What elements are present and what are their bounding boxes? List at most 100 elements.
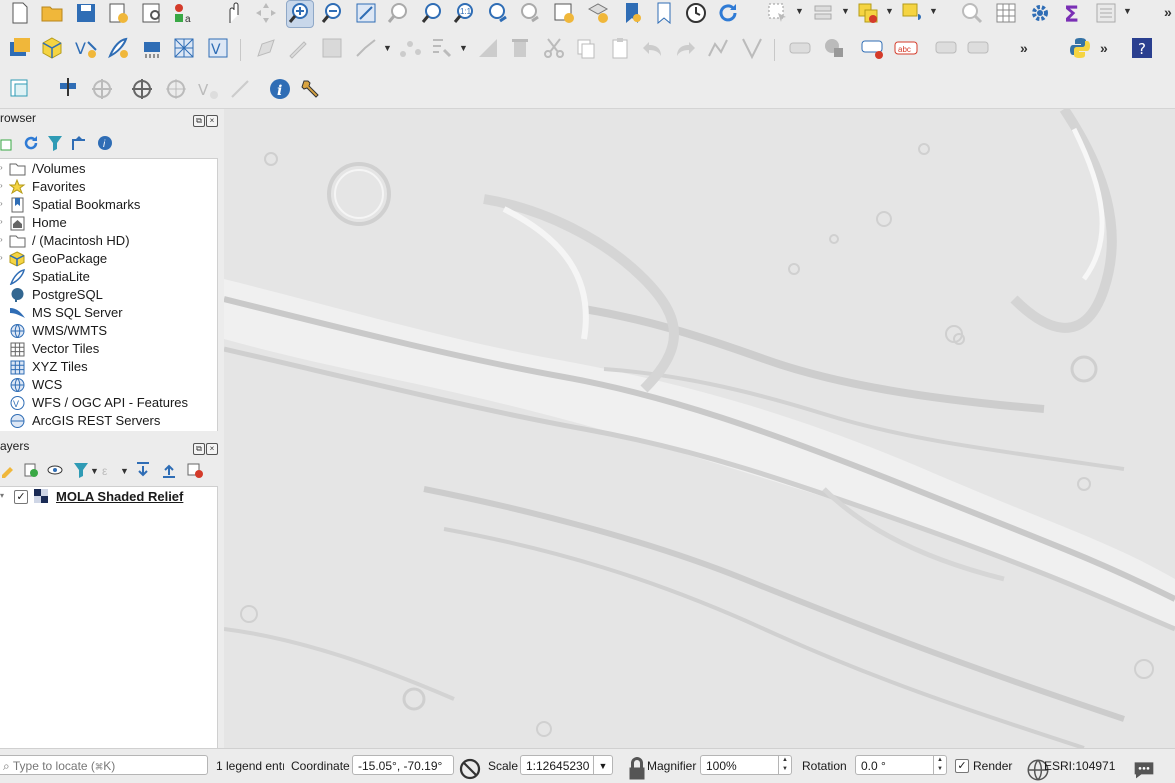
tree-item[interactable]: › Home (0, 214, 217, 232)
undo-icon[interactable] (640, 36, 664, 60)
open-project-icon[interactable] (40, 1, 64, 25)
render-checkbox[interactable]: ✓ (955, 759, 969, 773)
zoom-out-icon[interactable] (320, 1, 344, 25)
digitizing-tools-icon[interactable] (706, 36, 730, 60)
temporal-controller-icon[interactable] (684, 1, 708, 25)
georeferencer-icon[interactable] (56, 75, 80, 99)
layer-item[interactable]: ▾ ✓ MOLA Shaded Relief (0, 488, 217, 506)
float-panel-icon[interactable]: ⧉ (193, 443, 205, 455)
edit-tool-icon[interactable] (228, 77, 252, 101)
extents-toggle-icon[interactable] (458, 757, 481, 780)
style-manager-icon[interactable]: a (172, 1, 196, 25)
visibility-eye-icon[interactable] (46, 461, 64, 479)
tree-item[interactable]: Vector Tiles (0, 340, 217, 358)
field-calculator-icon[interactable] (1094, 1, 1118, 25)
chevron-down-icon[interactable]: ▼ (929, 6, 938, 16)
tree-item[interactable]: SpatiaLite (0, 268, 217, 286)
new-map-view-icon[interactable] (552, 1, 576, 25)
lock-scale-icon[interactable] (625, 757, 645, 780)
new-mesh-layer-icon[interactable] (172, 36, 196, 60)
zoom-full-icon[interactable] (354, 1, 378, 25)
zoom-last-icon[interactable] (486, 1, 510, 25)
redo-icon[interactable] (674, 36, 698, 60)
delete-selected-icon[interactable] (508, 36, 532, 60)
chevron-down-icon[interactable]: ▼ (841, 6, 850, 16)
digitize-with-shape-icon[interactable] (8, 77, 32, 101)
chevron-down-icon[interactable]: ▼ (90, 466, 99, 476)
digitize-line-icon[interactable] (354, 36, 378, 60)
chevron-down-icon[interactable]: ▼ (1123, 6, 1132, 16)
new-temporary-layer-icon[interactable]: V (206, 36, 230, 60)
rotate-label-icon[interactable] (966, 36, 990, 60)
toolbar-overflow-icon[interactable]: » (1164, 4, 1172, 20)
spinbox-arrows[interactable]: ▲ ▼ (933, 756, 946, 774)
add-group-icon[interactable] (22, 461, 40, 479)
filter-legend-icon[interactable] (72, 461, 90, 479)
wrench-icon[interactable] (300, 77, 324, 101)
refresh-icon[interactable] (716, 1, 740, 25)
scale-combobox[interactable]: 1:12645230 ▼ (520, 755, 613, 775)
move-label-icon[interactable] (934, 36, 958, 60)
select-location-icon[interactable] (900, 1, 924, 25)
pan-hand-icon[interactable] (222, 1, 246, 25)
label-visibility-icon[interactable]: abc (894, 36, 918, 60)
close-panel-icon[interactable]: × (206, 443, 218, 455)
topology-checker-icon[interactable]: V (196, 77, 220, 101)
pan-to-selection-icon[interactable] (254, 1, 278, 25)
tree-item[interactable]: PostgreSQL (0, 286, 217, 304)
style-panel-icon[interactable] (0, 461, 18, 479)
expand-all-icon[interactable] (134, 461, 152, 479)
toolbar-overflow-icon[interactable]: » (1100, 40, 1108, 56)
chevron-down-icon[interactable]: ▼ (885, 6, 894, 16)
zoom-in-icon[interactable] (286, 0, 314, 28)
select-by-value-icon[interactable] (812, 1, 836, 25)
chevron-down-icon[interactable]: ▼ (120, 466, 129, 476)
new-shapefile-layer-icon[interactable]: V (74, 36, 98, 60)
toolbar-overflow-icon[interactable]: » (1020, 40, 1028, 56)
statistics-sigma-icon[interactable]: Σ (1060, 1, 1084, 25)
tree-item[interactable]: V WFS / OGC API - Features (0, 394, 217, 412)
collapse-all-icon[interactable] (160, 461, 178, 479)
chevron-down-icon[interactable]: ▼ (383, 43, 392, 53)
layer-visibility-checkbox[interactable]: ✓ (14, 490, 28, 504)
help-icon[interactable]: ? (1130, 36, 1154, 60)
tree-item[interactable]: WMS/WMTS (0, 322, 217, 340)
toggle-editing-icon[interactable] (286, 36, 310, 60)
snapping-icon[interactable] (740, 36, 764, 60)
remove-layer-icon[interactable] (186, 461, 204, 479)
tree-item[interactable]: › GeoPackage (0, 250, 217, 268)
map-canvas[interactable] (224, 109, 1175, 748)
close-panel-icon[interactable]: × (206, 115, 218, 127)
zoom-layer-icon[interactable] (420, 1, 444, 25)
select-features-icon[interactable] (766, 1, 790, 25)
coordinate-capture-icon[interactable] (90, 77, 114, 101)
tree-item[interactable]: ›/Volumes (0, 160, 217, 178)
current-edits-icon[interactable] (254, 36, 278, 60)
new-print-layout-icon[interactable] (106, 1, 130, 25)
locator-search-input[interactable]: ⌕ Type to locate (⌘K) (0, 755, 208, 775)
zoom-native-icon[interactable]: 1:1 (452, 1, 476, 25)
refresh-icon[interactable] (22, 134, 40, 152)
new-bookmark-icon[interactable] (620, 1, 644, 25)
zoom-next-icon[interactable] (518, 1, 542, 25)
chevron-down-icon[interactable]: ▼ (795, 6, 804, 16)
save-edits-icon[interactable] (320, 36, 344, 60)
deselect-all-icon[interactable] (856, 1, 880, 25)
messages-icon[interactable] (1132, 757, 1154, 779)
layout-manager-icon[interactable] (140, 1, 164, 25)
properties-info-icon[interactable]: i (96, 134, 114, 152)
collapse-all-icon[interactable] (70, 134, 88, 152)
rotation-spinbox[interactable]: 0.0 ° ▲ ▼ (855, 755, 947, 775)
float-panel-icon[interactable]: ⧉ (193, 115, 205, 127)
info-icon[interactable]: i (268, 77, 292, 101)
new-virtual-layer-icon[interactable] (140, 36, 164, 60)
crs-globe-icon[interactable] (1026, 758, 1049, 781)
add-selected-layers-icon[interactable] (0, 134, 18, 152)
tree-item[interactable]: › / (Macintosh HD) (0, 232, 217, 250)
new-spatialite-layer-icon[interactable] (106, 36, 130, 60)
filter-icon[interactable] (46, 134, 64, 152)
new-3d-map-view-icon[interactable] (586, 1, 610, 25)
new-geopackage-layer-icon[interactable] (40, 36, 64, 60)
pin-labels-icon[interactable] (860, 36, 884, 60)
vertex-tool-icon[interactable] (398, 36, 422, 60)
